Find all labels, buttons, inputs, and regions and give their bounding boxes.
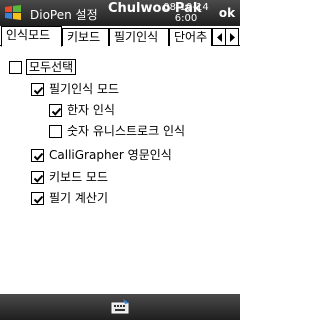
tab-strip: 인식모드 키보드 필기인식 단어추: [0, 26, 240, 47]
hanja-checkbox[interactable]: [49, 103, 62, 117]
unistroke-numbers-option[interactable]: 숫자 유니스트로크 인식: [49, 123, 185, 139]
left-arrow-icon[interactable]: [212, 28, 226, 46]
tab-word[interactable]: 단어추: [169, 28, 212, 46]
calligrapher-label: CalliGrapher 영문인식: [49, 148, 172, 162]
select-all-checkbox[interactable]: [9, 60, 22, 74]
clock-time: 6:00: [174, 13, 198, 24]
clock[interactable]: 08-10-14 6:00: [160, 2, 212, 24]
input-panel-icon[interactable]: [109, 298, 131, 316]
keyboard-mode-option[interactable]: 키보드 모드: [31, 169, 108, 185]
hanja-option[interactable]: 한자 인식: [49, 102, 115, 118]
handwriting-calc-checkbox[interactable]: [31, 191, 44, 205]
handwriting-calc-label: 필기 계산기: [49, 191, 109, 205]
ok-button[interactable]: ok: [216, 4, 238, 22]
keyboard-mode-label: 키보드 모드: [49, 170, 109, 184]
select-all-label: 모두선택: [26, 59, 77, 75]
app-title: DioPen 설정: [30, 8, 98, 22]
handwriting-mode-checkbox[interactable]: [31, 82, 44, 96]
tab-handwriting[interactable]: 필기인식: [109, 28, 169, 46]
clock-date: 08-10-14: [163, 2, 209, 13]
handwriting-calc-option[interactable]: 필기 계산기: [31, 190, 108, 206]
unistroke-numbers-label: 숫자 유니스트로크 인식: [67, 124, 186, 138]
handwriting-mode-option[interactable]: 필기인식 모드: [31, 81, 119, 97]
tab-recognition-mode[interactable]: 인식모드: [1, 26, 62, 47]
calligrapher-option[interactable]: CalliGrapher 영문인식: [31, 147, 172, 163]
title-bar: DioPen 설정 Chulwoo Pak 08-10-14 6:00 ok: [0, 0, 240, 26]
calligrapher-checkbox[interactable]: [31, 148, 44, 162]
hanja-label: 한자 인식: [67, 103, 115, 117]
menu-bar: [0, 294, 240, 320]
keyboard-mode-checkbox[interactable]: [31, 170, 44, 184]
right-arrow-icon[interactable]: [225, 28, 239, 46]
tab-scroll-arrows: [212, 28, 240, 46]
handwriting-mode-label: 필기인식 모드: [49, 82, 120, 96]
unistroke-numbers-checkbox[interactable]: [49, 124, 62, 138]
tab-keyboard[interactable]: 키보드: [62, 28, 109, 46]
select-all-option[interactable]: 모두선택: [9, 59, 77, 75]
windows-flag-icon[interactable]: [4, 4, 22, 22]
